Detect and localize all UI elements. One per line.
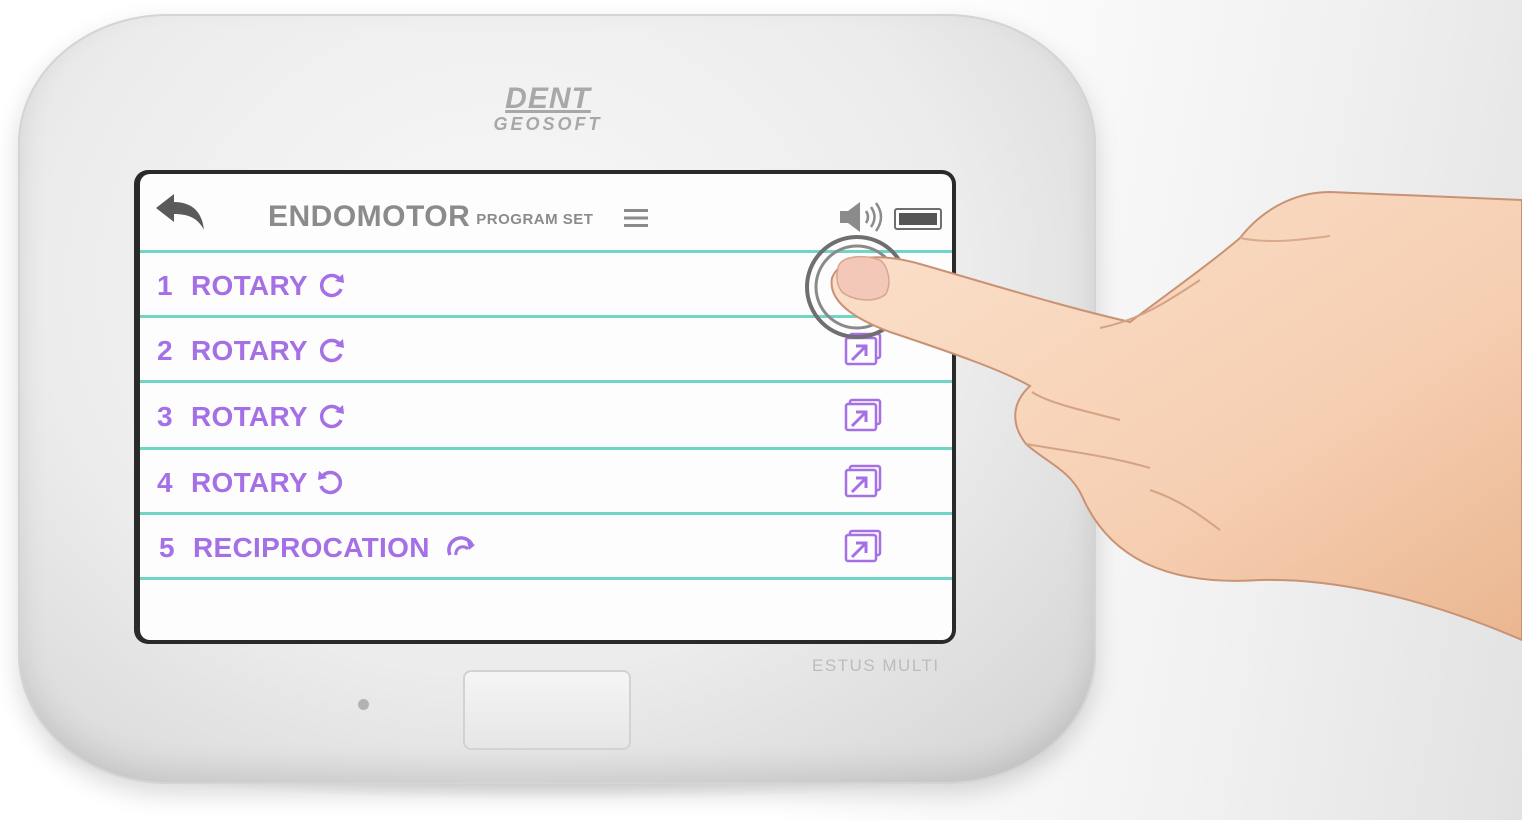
brand-logo-bottom: GEOSOFT: [493, 114, 603, 134]
reciprocation-icon: [446, 536, 475, 556]
rotate-counterclockwise-icon: [317, 470, 343, 495]
speaker-icon[interactable]: [838, 200, 886, 234]
program-row-5[interactable]: 5 RECIPROCATION: [140, 515, 952, 577]
select-program-icon[interactable]: [838, 529, 884, 565]
divider: [140, 380, 952, 383]
program-label: 2 ROTARY: [157, 335, 346, 367]
select-program-icon[interactable]: [838, 464, 884, 500]
program-name: ROTARY: [191, 335, 308, 366]
hamburger-menu-icon[interactable]: [624, 208, 648, 228]
page-title: ENDOMOTOR PROGRAM SET: [268, 200, 593, 234]
program-label: 5 RECIPROCATION: [159, 532, 476, 564]
back-arrow-icon[interactable]: [154, 192, 206, 232]
rotate-clockwise-icon: [319, 404, 344, 429]
program-number: 1: [157, 270, 173, 301]
title-subtitle: PROGRAM SET: [476, 211, 594, 228]
program-number: 3: [157, 401, 173, 432]
battery-icon: [894, 208, 942, 230]
program-label: 1 ROTARY: [157, 270, 346, 302]
brand-logo: DENT GEOSOFT: [478, 84, 618, 140]
model-label: ESTUS MULTI: [812, 656, 940, 675]
program-row-3[interactable]: 3 ROTARY: [140, 384, 952, 446]
program-name: ROTARY: [191, 270, 308, 301]
program-number: 4: [157, 467, 173, 498]
select-program-icon[interactable]: [838, 398, 884, 434]
program-row-4[interactable]: 4 ROTARY: [140, 450, 952, 512]
program-name: RECIPROCATION: [193, 532, 430, 563]
title-main: ENDOMOTOR: [268, 200, 471, 233]
rotate-clockwise-icon: [319, 338, 344, 363]
program-number: 5: [159, 532, 175, 563]
program-number: 2: [157, 335, 173, 366]
program-name: ROTARY: [191, 401, 308, 432]
program-label: 4 ROTARY: [157, 467, 346, 499]
touch-indicator-icon: [805, 235, 909, 339]
rotate-clockwise-icon: [319, 273, 344, 298]
divider: [140, 577, 952, 580]
program-name: ROTARY: [191, 467, 308, 498]
program-label: 3 ROTARY: [157, 401, 346, 433]
home-button[interactable]: [463, 670, 631, 750]
status-led: [358, 699, 369, 710]
brand-logo-top: DENT: [505, 82, 591, 115]
